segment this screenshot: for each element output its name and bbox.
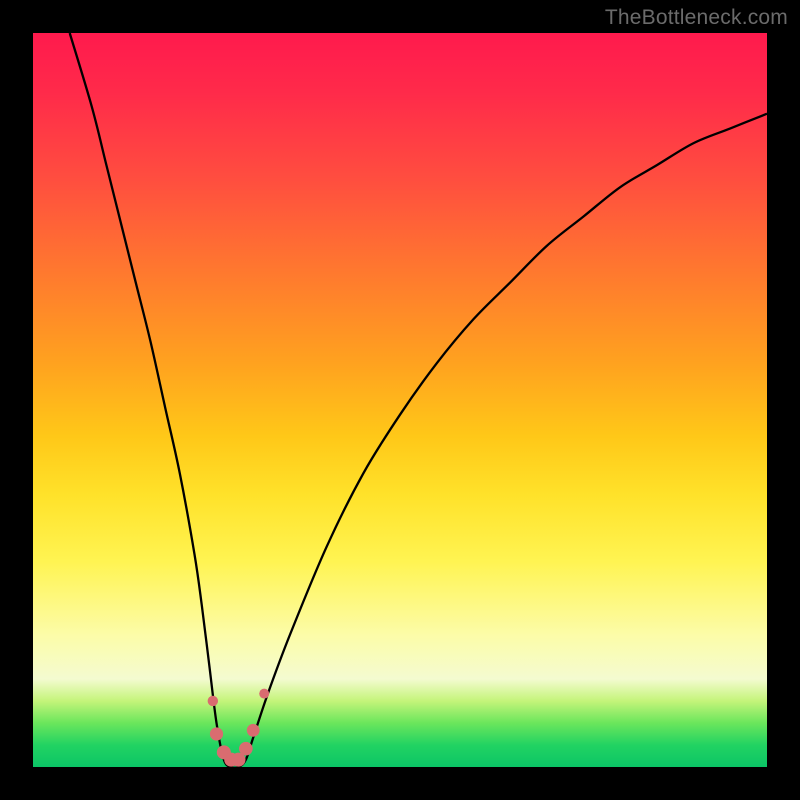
curve-markers xyxy=(33,33,767,767)
watermark-text: TheBottleneck.com xyxy=(605,6,788,30)
chart-plot-area xyxy=(33,33,767,767)
curve-marker xyxy=(247,724,260,737)
curve-marker xyxy=(208,696,218,706)
chart-frame: TheBottleneck.com xyxy=(0,0,800,800)
curve-marker xyxy=(210,727,223,740)
curve-marker xyxy=(239,742,253,756)
curve-marker xyxy=(259,689,269,699)
